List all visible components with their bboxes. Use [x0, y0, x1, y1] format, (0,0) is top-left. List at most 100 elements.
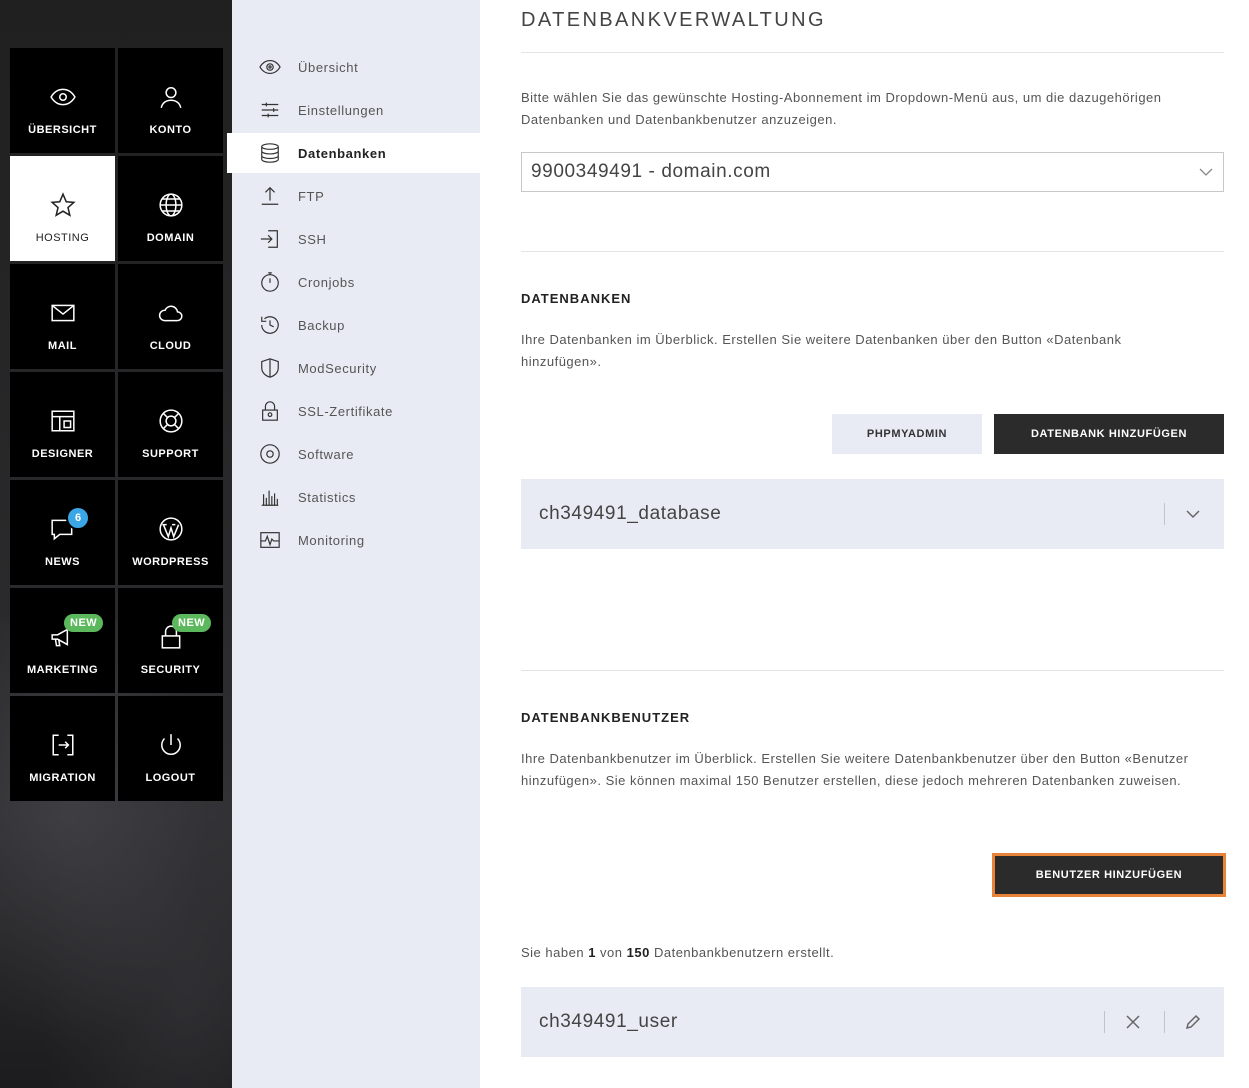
submenu-item-monitoring[interactable]: Monitoring [232, 520, 480, 560]
chevron-down-icon[interactable] [1183, 504, 1203, 524]
submenu-item-label: SSH [298, 231, 327, 247]
submenu-item-label: Einstellungen [298, 102, 384, 118]
tile-label: MARKETING [26, 664, 99, 676]
submenu-item-ftp[interactable]: FTP [232, 176, 480, 216]
phpmyadmin-button[interactable]: PHPMYADMIN [832, 414, 982, 454]
submenu-item-label: ModSecurity [298, 360, 377, 376]
pencil-icon[interactable] [1183, 1012, 1203, 1032]
submenu-item-label: Übersicht [298, 59, 359, 75]
row-separator [1164, 1011, 1165, 1033]
database-users-description: Ihre Datenbankbenutzer im Überblick. Ers… [521, 751, 1189, 788]
tile-marketing[interactable]: NEW MARKETING [10, 588, 115, 693]
tile-mail[interactable]: MAIL [10, 264, 115, 369]
main-content: DATENBANKVERWALTUNG Bitte wählen Sie das… [521, 0, 1226, 1088]
tile-label: WORDPRESS [132, 556, 209, 568]
submenu-item-ssh[interactable]: SSH [232, 219, 480, 259]
count-suffix: Datenbankbenutzern erstellt. [653, 945, 835, 960]
tile-label: DESIGNER [31, 448, 94, 460]
shield-icon [258, 356, 282, 380]
disc-icon [258, 442, 282, 466]
hosting-submenu: Übersicht Einstellungen Datenbanken FTP … [227, 0, 480, 1088]
tile-label: HOSTING [35, 232, 90, 244]
submenu-item-label: FTP [298, 188, 325, 204]
tile-label: SUPPORT [142, 448, 199, 460]
submenu-item-label: Monitoring [298, 532, 365, 548]
database-user-row[interactable]: ch349491_user [521, 987, 1224, 1057]
submenu-item-statistics[interactable]: Statistics [232, 477, 480, 517]
lifebuoy-icon [156, 406, 186, 436]
tile-migration[interactable]: MIGRATION [10, 696, 115, 801]
main-nav-tiles: ÜBERSICHT KONTO HOSTING DOMAIN MAIL CLOU… [10, 48, 224, 801]
tile-label: NEWS [45, 556, 80, 568]
tile-logout[interactable]: LOGOUT [118, 696, 223, 801]
submenu-item-datenbanken[interactable]: Datenbanken [227, 133, 480, 173]
count-current: 1 [588, 945, 596, 960]
count-prefix: Sie haben [521, 945, 585, 960]
submenu-item-label: Cronjobs [298, 274, 355, 290]
tile-designer[interactable]: DESIGNER [10, 372, 115, 477]
add-user-button[interactable]: BENUTZER HINZUFÜGEN [992, 853, 1226, 897]
database-icon [258, 141, 282, 165]
user-count-text: Sie haben 1 von 150 Datenbankbenutzern e… [521, 945, 834, 960]
databases-title: DATENBANKEN [521, 291, 632, 306]
divider [521, 251, 1224, 252]
globe-icon [156, 190, 186, 220]
new-badge: NEW [64, 614, 104, 632]
envelope-icon [48, 298, 78, 328]
tile-label: ÜBERSICHT [28, 124, 97, 136]
submenu-item-einstellungen[interactable]: Einstellungen [232, 90, 480, 130]
wordpress-icon [156, 514, 186, 544]
login-icon [258, 227, 282, 251]
add-database-button[interactable]: DATENBANK HINZUFÜGEN [994, 414, 1224, 454]
star-icon [48, 190, 78, 220]
history-icon [258, 313, 282, 337]
tile-security[interactable]: NEW SECURITY [118, 588, 223, 693]
stopwatch-icon [258, 270, 282, 294]
tile-domain[interactable]: DOMAIN [118, 156, 223, 261]
sliders-icon [258, 98, 282, 122]
submenu-item-modsecurity[interactable]: ModSecurity [232, 348, 480, 388]
database-row[interactable]: ch349491_database [521, 479, 1224, 549]
count-max: 150 [626, 945, 650, 960]
subscription-select-value: 9900349491 - domain.com [531, 161, 771, 182]
pulse-icon [258, 528, 282, 552]
tile-label: KONTO [149, 124, 192, 136]
submenu-item-cronjobs[interactable]: Cronjobs [232, 262, 480, 302]
divider [521, 52, 1224, 53]
submenu-item-software[interactable]: Software [232, 434, 480, 474]
tile-cloud[interactable]: CLOUD [118, 264, 223, 369]
tile-label: DOMAIN [146, 232, 195, 244]
submenu-item-label: Datenbanken [298, 145, 387, 161]
page-title: DATENBANKVERWALTUNG [521, 9, 826, 31]
divider [521, 670, 1224, 671]
submenu-item-uebersicht[interactable]: Übersicht [232, 47, 480, 87]
close-icon[interactable] [1123, 1012, 1143, 1032]
submenu-item-label: Software [298, 446, 355, 462]
tile-label: CLOUD [149, 340, 192, 352]
submenu-item-label: SSL-Zertifikate [298, 403, 393, 419]
eye-icon [48, 82, 78, 112]
tile-label: LOGOUT [145, 772, 196, 784]
row-separator [1104, 1011, 1105, 1033]
database-users-title: DATENBANKBENUTZER [521, 710, 691, 725]
tile-support[interactable]: SUPPORT [118, 372, 223, 477]
layout-icon [48, 406, 78, 436]
submenu-item-backup[interactable]: Backup [232, 305, 480, 345]
tile-news[interactable]: 6 NEWS [10, 480, 115, 585]
migration-icon [48, 730, 78, 760]
tile-wordpress[interactable]: WORDPRESS [118, 480, 223, 585]
intro-text: Bitte wählen Sie das gewünschte Hosting-… [521, 90, 1162, 127]
tile-label: MIGRATION [29, 772, 96, 784]
databases-description: Ihre Datenbanken im Überblick. Erstellen… [521, 332, 1122, 369]
subscription-select[interactable]: 9900349491 - domain.com [521, 152, 1224, 192]
tile-uebersicht[interactable]: ÜBERSICHT [10, 48, 115, 153]
power-icon [156, 730, 186, 760]
tile-hosting[interactable]: HOSTING [10, 156, 115, 261]
submenu-item-ssl-zertifikate[interactable]: SSL-Zertifikate [232, 391, 480, 431]
new-badge: NEW [172, 614, 212, 632]
cloud-icon [156, 298, 186, 328]
tile-konto[interactable]: KONTO [118, 48, 223, 153]
upload-icon [258, 184, 282, 208]
submenu-item-label: Statistics [298, 489, 357, 505]
row-separator [1164, 503, 1165, 525]
